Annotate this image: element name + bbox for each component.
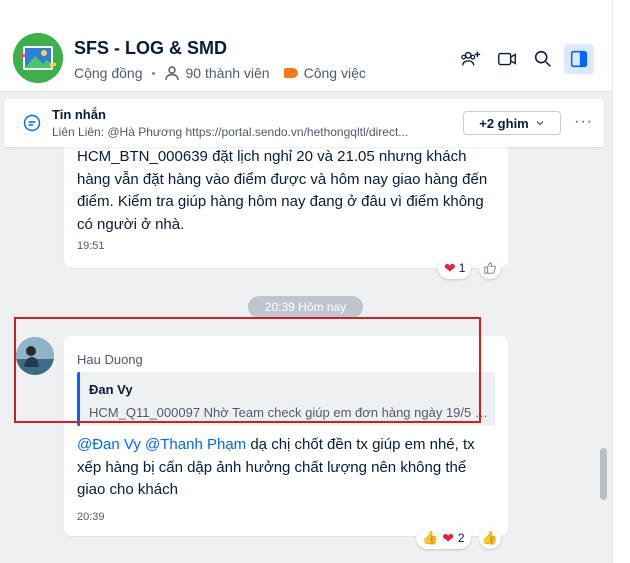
message-text: HCM_BTN_000639 đặt lịch nghỉ 20 và 21.05… bbox=[77, 148, 488, 233]
mention-link[interactable]: @Thanh Phạm bbox=[145, 436, 246, 453]
scrollbar-thumb[interactable] bbox=[600, 448, 607, 500]
video-call-icon bbox=[498, 52, 516, 66]
member-count[interactable]: 90 thành viên bbox=[186, 65, 270, 81]
message-bubble[interactable]: HCM_BTN_000639 đặt lịch nghỉ 20 và 21.05… bbox=[64, 140, 508, 268]
thumbs-up-icon bbox=[484, 262, 496, 274]
reaction-count: 1 bbox=[458, 261, 466, 275]
toggle-sidebar-button[interactable] bbox=[564, 44, 594, 74]
pinned-message-bar[interactable]: Tin nhắn Liên Liên: @Hà Phương https://p… bbox=[4, 99, 604, 147]
search-button[interactable] bbox=[528, 44, 558, 74]
heart-icon: ❤ bbox=[444, 259, 456, 276]
member-icon bbox=[164, 66, 179, 81]
thumbs-up-emoji-icon: 👍 bbox=[481, 530, 499, 545]
more-pins-label: +2 ghim bbox=[479, 115, 529, 131]
reaction-count: 2 bbox=[457, 531, 465, 545]
pinned-text: Liên Liên: @Hà Phương https://portal.sen… bbox=[52, 125, 409, 139]
group-image-icon bbox=[13, 33, 63, 83]
search-icon bbox=[534, 50, 551, 67]
group-title: SFS - LOG & SMD bbox=[74, 38, 227, 58]
thumbs-up-emoji-icon: 👍 bbox=[422, 530, 439, 545]
separator-dot bbox=[151, 71, 155, 75]
chevron-down-icon bbox=[536, 121, 544, 126]
like-button[interactable] bbox=[479, 257, 501, 279]
chat-bubble-icon bbox=[23, 114, 41, 132]
reaction-summary[interactable]: 👍 ❤ 2 bbox=[416, 527, 471, 549]
like-button[interactable]: 👍 bbox=[479, 527, 501, 549]
message-text: @Đan Vy @Thanh Phạm dạ chị chốt đền tx g… bbox=[77, 434, 497, 502]
annotation-highlight-box bbox=[14, 317, 481, 423]
date-divider: 20:39 Hôm nay bbox=[248, 296, 363, 318]
tag-icon bbox=[283, 68, 298, 78]
group-tag-label[interactable]: Công việc bbox=[304, 65, 366, 81]
message-time: 19:51 bbox=[77, 240, 105, 252]
chat-header: SFS - LOG & SMD Cộng đồng 90 thành viên … bbox=[0, 0, 612, 92]
pinned-more-options-button[interactable]: ··· bbox=[574, 113, 593, 131]
pinned-title: Tin nhắn bbox=[52, 107, 106, 122]
add-member-icon bbox=[461, 51, 481, 66]
sidebar-panel-icon bbox=[570, 50, 588, 68]
reaction-summary[interactable]: ❤ 1 bbox=[438, 257, 472, 279]
group-meta: Cộng đồng 90 thành viên Công việc bbox=[74, 65, 366, 81]
video-call-button[interactable] bbox=[492, 44, 522, 74]
more-pins-button[interactable]: +2 ghim bbox=[463, 111, 561, 135]
heart-icon: ❤ bbox=[442, 529, 454, 546]
right-panel bbox=[612, 0, 630, 563]
add-member-button[interactable] bbox=[456, 44, 486, 74]
message-time: 20:39 bbox=[77, 511, 105, 523]
mention-link[interactable]: @Đan Vy bbox=[77, 436, 141, 453]
group-avatar[interactable] bbox=[13, 33, 63, 83]
community-label: Cộng đồng bbox=[74, 65, 143, 81]
